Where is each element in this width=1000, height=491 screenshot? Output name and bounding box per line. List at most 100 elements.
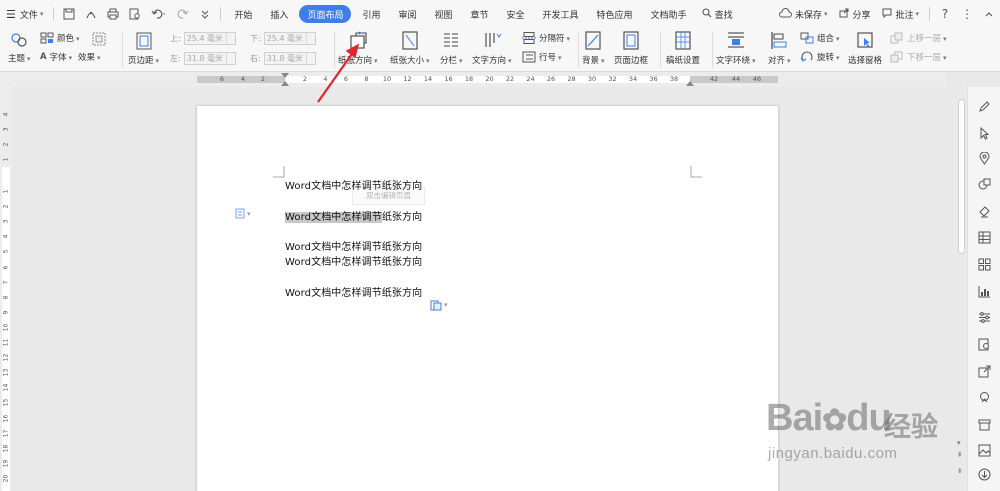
image-icon[interactable] [976, 442, 993, 459]
tab-security[interactable]: 安全 [498, 0, 534, 28]
top-margin-field[interactable]: 上: 25.4 毫米 [170, 32, 236, 45]
watermark-cn: 经验 [884, 412, 938, 443]
vertical-ruler[interactable]: 4 3 2 1 1 2 3 4 5 6 7 8 9 10 11 12 13 14 15 16 17 18 19 20 [0, 87, 12, 491]
print-preview-icon[interactable] [124, 0, 146, 28]
export-pdf-icon[interactable] [80, 0, 102, 28]
left-margin-field[interactable]: 左: 31.8 毫米 [170, 52, 236, 65]
vruler-tick-label: 14 [2, 383, 10, 392]
print-icon[interactable] [102, 0, 124, 28]
selection-pane-icon [857, 32, 873, 48]
shapes-icon[interactable] [976, 176, 993, 193]
table-icon[interactable] [976, 229, 993, 246]
tab-assistant[interactable]: 文档助手 [642, 0, 696, 28]
tab-features[interactable]: 特色应用 [588, 0, 642, 28]
separator-button[interactable]: 分隔符 [522, 32, 570, 44]
paint-bucket-icon[interactable] [976, 203, 993, 220]
collapse-ribbon-icon[interactable] [978, 0, 1000, 28]
rotate-button[interactable]: 旋转 [800, 51, 840, 63]
tab-home[interactable]: 开始 [225, 0, 261, 28]
unsaved-label: 未保存 [794, 10, 822, 21]
paragraph-layout-button[interactable]: ▾ [235, 208, 251, 219]
group-button[interactable]: 组合 [800, 32, 840, 44]
tab-insert[interactable]: 插入 [261, 0, 297, 28]
first-line-indent-marker[interactable] [281, 73, 289, 78]
selected-text[interactable]: Word文档中怎样调节 [285, 212, 382, 223]
divider [929, 7, 930, 21]
redo-icon[interactable] [172, 0, 194, 28]
effect-button[interactable]: 效果 [78, 51, 101, 63]
bring-forward-button[interactable]: 上移一层 [890, 32, 947, 44]
right-margin-input[interactable]: 31.8 毫米 [263, 52, 316, 65]
color-button[interactable]: 颜色 [40, 32, 80, 44]
edit-pen-icon[interactable] [976, 98, 993, 115]
left-margin-label: 左: [170, 54, 181, 63]
bottom-margin-input[interactable]: 25.4 毫米 [263, 32, 316, 45]
text-line-2[interactable]: Word文档中怎样调节纸张方向 [285, 208, 422, 223]
line-number-button[interactable]: 行号 [522, 51, 562, 63]
selection-pane-label: 选择窗格 [848, 56, 883, 66]
top-margin-input[interactable]: 25.4 毫米 [183, 32, 236, 45]
document-page[interactable]: 双击编辑页眉 Word文档中怎样调节纸张方向 Word文档中怎样调节纸张方向 W… [197, 106, 778, 491]
bring-forward-icon [890, 32, 903, 44]
page-border-button[interactable]: 页面边框 [614, 31, 648, 66]
left-margin-input[interactable]: 31.8 毫米 [183, 52, 236, 65]
unsaved-status-button[interactable]: 未保存 ▾ [773, 0, 834, 28]
help-icon[interactable]: ? [934, 0, 956, 28]
share-button[interactable]: 分享 [833, 0, 876, 28]
tab-page-layout[interactable]: 页面布局 [299, 5, 352, 23]
divider [578, 32, 579, 68]
send-backward-button[interactable]: 下移一层 [890, 51, 947, 63]
text-direction-button[interactable]: 文字方向 [472, 31, 512, 66]
left-indent-marker[interactable] [281, 81, 289, 86]
settings-sliders-icon[interactable] [976, 309, 993, 326]
ruler-tick-label: 12 [403, 75, 412, 83]
comment-icon [882, 8, 892, 21]
text-line-5[interactable]: Word文档中怎样调节纸张方向 [285, 284, 422, 299]
selection-pane-button[interactable]: 选择窗格 [848, 31, 882, 66]
chart-icon[interactable] [976, 283, 993, 300]
scrollbar-thumb[interactable] [958, 99, 965, 254]
background-button[interactable]: 背景 [582, 31, 605, 66]
undo-icon[interactable] [146, 0, 172, 28]
right-indent-marker[interactable] [686, 81, 694, 86]
customize-toolbar-icon[interactable] [194, 0, 216, 28]
comment-button[interactable]: 批注 ▾ [876, 0, 925, 28]
theme-button[interactable]: 主题 [8, 32, 31, 64]
tab-view[interactable]: 视图 [425, 0, 461, 28]
location-pin-icon[interactable] [976, 150, 993, 167]
paste-options-button[interactable]: ▾ [430, 299, 448, 311]
document-search-icon[interactable] [976, 336, 993, 353]
tab-chapter[interactable]: 章节 [462, 0, 498, 28]
ruler-tick-label: 24 [526, 75, 535, 83]
bottom-margin-field[interactable]: 下: 25.4 毫米 [250, 32, 316, 45]
crop-mark-top-left [273, 166, 285, 178]
search-button[interactable]: 查找 [696, 0, 739, 28]
columns-button[interactable]: 分栏 [440, 31, 463, 66]
text-line-1[interactable]: Word文档中怎样调节纸张方向 [285, 177, 422, 192]
tab-developer[interactable]: 开发工具 [534, 0, 588, 28]
align-button[interactable]: 对齐 [768, 31, 791, 66]
tab-references[interactable]: 引用 [353, 0, 389, 28]
location-icon[interactable] [976, 389, 993, 406]
text-line-3[interactable]: Word文档中怎样调节纸张方向 [285, 238, 422, 253]
more-icon[interactable]: ⋮ [956, 0, 978, 28]
paper-size-button[interactable]: 纸张大小 [390, 31, 430, 66]
archive-box-icon[interactable] [976, 416, 993, 433]
save-icon[interactable] [58, 0, 80, 28]
ruler-tick-label: 26 [546, 75, 556, 83]
share-export-icon[interactable] [976, 363, 993, 380]
horizontal-ruler[interactable]: 6 4 2 2 4 6 8 10 12 14 16 18 20 22 24 26 28 30 32 34 36 38 42 4… [0, 72, 946, 87]
font-theme-button[interactable]: A 字体 [40, 51, 72, 63]
text-line-4[interactable]: Word文档中怎样调节纸张方向 [285, 253, 422, 268]
wrap-text-button[interactable]: 文字环绕 [716, 31, 756, 66]
manuscript-button[interactable]: 稿纸设置 [666, 31, 700, 66]
file-menu[interactable]: ☰ 文件 ▾ [0, 0, 49, 28]
select-cursor-icon[interactable] [976, 125, 993, 142]
right-margin-field[interactable]: 右: 31.8 毫米 [250, 52, 316, 65]
navigate-icon[interactable] [976, 466, 993, 483]
tab-review[interactable]: 审阅 [389, 0, 425, 28]
effect-preview[interactable] [92, 32, 106, 46]
margin-button[interactable]: 页边距 [128, 32, 159, 66]
orientation-button[interactable]: 纸张方向 [338, 31, 378, 66]
grid-apps-icon[interactable] [976, 256, 993, 273]
